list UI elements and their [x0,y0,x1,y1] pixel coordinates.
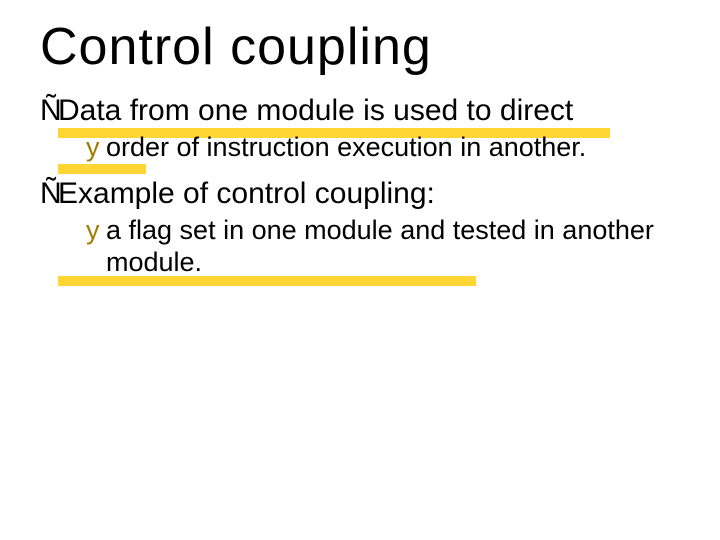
bullet-level1: Ñ Example of control coupling: [58,176,680,211]
slide-title: Control coupling [40,20,680,75]
slide: Control coupling Ñ Data from one module … [0,0,720,540]
sub-bullet-marker: y [86,215,100,247]
sub-bullet-text: order of instruction execution in anothe… [106,132,586,162]
bullet-text: Data from one module is used to direct [58,94,573,127]
sub-bullet-text: a flag set in one module and tested in a… [106,215,654,277]
bullet-level2: y a flag set in one module and tested in… [106,215,680,279]
bullet-text: Example of control coupling: [58,177,435,210]
bullet-level1: Ñ Data from one module is used to direct [58,93,680,128]
bullet-level2: y order of instruction execution in anot… [106,132,680,164]
sub-bullet-marker: y [86,132,100,164]
highlight-stroke [58,164,146,174]
